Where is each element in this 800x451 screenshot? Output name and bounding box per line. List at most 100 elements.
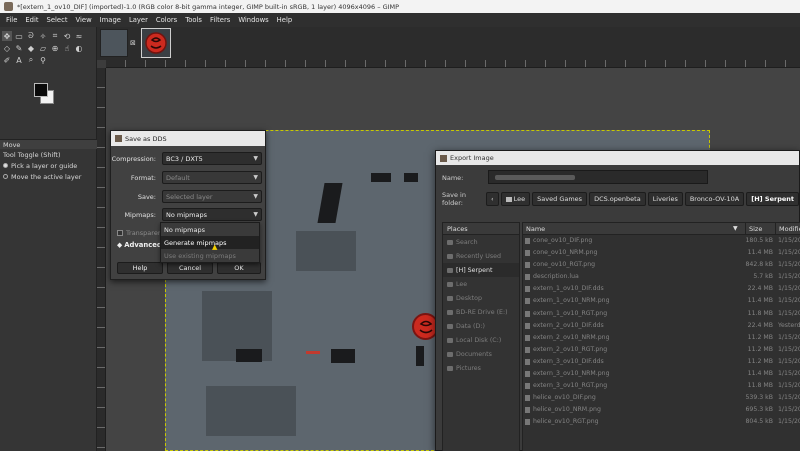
menu-layer[interactable]: Layer	[125, 16, 152, 24]
file-row[interactable]: extern_1_ov10_RGT.png 11.8 MB 1/15/20	[523, 308, 800, 320]
save-value: Selected layer	[166, 192, 213, 201]
mipmap-option-generate[interactable]: Generate mipmaps	[161, 236, 259, 249]
breadcrumb-bronco[interactable]: Bronco-OV-10A	[684, 192, 745, 206]
sort-chevron-down-icon: ▼	[733, 225, 738, 232]
place-lee[interactable]: Lee	[443, 277, 519, 291]
texture-mark	[236, 349, 262, 362]
file-row[interactable]: helice_ov10_DIF.png 539.3 kB 1/15/20	[523, 392, 800, 404]
dodge-icon[interactable]: ◐	[74, 43, 84, 53]
breadcrumb-lee-label: Lee	[513, 195, 526, 203]
place-documents[interactable]: Documents	[443, 347, 519, 361]
breadcrumb-serpent[interactable]: [H] Serpent	[746, 192, 799, 206]
filename-input[interactable]	[488, 170, 708, 184]
perspective-icon[interactable]: ◇	[2, 43, 12, 53]
file-name: extern_2_ov10_NRM.png	[533, 333, 610, 341]
file-row[interactable]: extern_2_ov10_DIF.dds 22.4 MB Yesterd	[523, 320, 800, 332]
menu-help[interactable]: Help	[273, 16, 297, 24]
format-combo[interactable]: Default ▼	[162, 171, 262, 184]
file-name: description.lua	[533, 273, 579, 281]
mipmaps-combo[interactable]: No mipmaps ▼	[162, 208, 262, 221]
mipmap-option-none[interactable]: No mipmaps	[161, 223, 259, 236]
zoom-tool-icon[interactable]: ⚲	[38, 55, 48, 65]
text-tool-icon[interactable]: A	[14, 55, 24, 65]
ok-button[interactable]: OK	[217, 262, 261, 274]
advanced-expander[interactable]: ◆ Advanced	[117, 241, 162, 249]
file-row[interactable]: cone_ov10_DIF.png 180.5 kB 1/15/20	[523, 235, 800, 247]
transform-icon[interactable]: ⟲	[62, 31, 72, 41]
place-desktop[interactable]: Desktop	[443, 291, 519, 305]
menu-filters[interactable]: Filters	[206, 16, 234, 24]
color-picker-icon[interactable]: ⌕	[26, 55, 36, 65]
paintbrush-icon[interactable]: ✎	[14, 43, 24, 53]
breadcrumb-back-button[interactable]: ‹	[486, 192, 499, 206]
mipmap-option-existing[interactable]: Use existing mipmaps	[161, 249, 259, 262]
tab-close-icon[interactable]: ⊠	[130, 39, 136, 47]
breadcrumb-saved-games[interactable]: Saved Games	[532, 192, 588, 206]
image-file-icon	[525, 334, 530, 341]
place-data-d[interactable]: Data (D:)	[443, 319, 519, 333]
rect-select-icon[interactable]: ▭	[14, 31, 24, 41]
menu-windows[interactable]: Windows	[234, 16, 272, 24]
menu-file[interactable]: File	[2, 16, 21, 24]
file-row[interactable]: extern_1_ov10_NRM.png 11.4 MB 1/15/20	[523, 295, 800, 307]
lasso-icon[interactable]: ᘐ	[26, 31, 36, 41]
file-row[interactable]: extern_1_ov10_DIF.dds 22.4 MB 1/15/20	[523, 283, 800, 295]
file-row[interactable]: cone_ov10_NRM.png 11.4 MB 1/15/20	[523, 247, 800, 259]
menu-edit[interactable]: Edit	[21, 16, 42, 24]
foreground-color-swatch[interactable]	[34, 83, 48, 97]
menu-tools[interactable]: Tools	[181, 16, 206, 24]
image-tab-texture[interactable]	[100, 29, 128, 57]
place-bd-re[interactable]: BD-RE Drive (E:)	[443, 305, 519, 319]
save-combo[interactable]: Selected layer ▼	[162, 190, 262, 203]
file-row[interactable]: extern_3_ov10_RGT.png 11.8 MB 1/15/20	[523, 380, 800, 392]
place-local-c[interactable]: Local Disk (C:)	[443, 333, 519, 347]
file-modified: 1/15/20	[778, 394, 800, 402]
file-row[interactable]: description.lua 5.7 kB 1/15/20	[523, 271, 800, 283]
image-file-icon	[525, 262, 530, 269]
breadcrumb-lee[interactable]: Lee	[500, 192, 531, 206]
menu-image[interactable]: Image	[96, 16, 125, 24]
column-size-header[interactable]: Size	[745, 222, 762, 235]
place-label: Desktop	[456, 294, 482, 302]
move-tool-icon[interactable]: ✥	[2, 31, 12, 41]
option-pick-layer[interactable]: Pick a layer or guide	[0, 160, 97, 171]
filename-blurred-text	[495, 175, 575, 180]
breadcrumb-liveries[interactable]: Liveries	[647, 192, 683, 206]
column-name-header[interactable]: Name	[526, 225, 545, 233]
compression-combo[interactable]: BC3 / DXT5 ▼	[162, 152, 262, 165]
path-icon[interactable]: ✐	[2, 55, 12, 65]
menu-select[interactable]: Select	[43, 16, 72, 24]
place-label: Search	[456, 238, 478, 246]
file-row[interactable]: helice_ov10_RGT.png 804.5 kB 1/15/20	[523, 416, 800, 428]
breadcrumb-dcs-openbeta[interactable]: DCS.openbeta	[589, 192, 646, 206]
checkbox-box-icon	[117, 230, 123, 236]
smudge-icon[interactable]: ☝	[62, 43, 72, 53]
bucket-fill-icon[interactable]: ◆	[26, 43, 36, 53]
image-file-icon	[525, 383, 530, 390]
file-row[interactable]: extern_3_ov10_DIF.dds 11.2 MB 1/15/20	[523, 356, 800, 368]
file-row[interactable]: extern_2_ov10_RGT.png 11.2 MB 1/15/20	[523, 344, 800, 356]
file-row[interactable]: extern_3_ov10_NRM.png 11.4 MB 1/15/20	[523, 368, 800, 380]
eraser-icon[interactable]: ▱	[38, 43, 48, 53]
fuzzy-select-icon[interactable]: ✧	[38, 31, 48, 41]
place-pictures[interactable]: Pictures	[443, 361, 519, 375]
column-modified-header[interactable]: Modified	[775, 222, 800, 235]
option-move-layer[interactable]: Move the active layer	[0, 171, 97, 182]
cancel-button[interactable]: Cancel	[167, 262, 213, 274]
image-tab-emblem[interactable]	[141, 28, 171, 58]
place-recent[interactable]: Recently Used	[443, 249, 519, 263]
place-search[interactable]: Search	[443, 235, 519, 249]
radio-pick-icon	[3, 163, 8, 168]
file-row[interactable]: helice_ov10_NRM.png 695.3 kB 1/15/20	[523, 404, 800, 416]
place-serpent[interactable]: [H] Serpent	[443, 263, 519, 277]
menu-colors[interactable]: Colors	[152, 16, 181, 24]
menu-view[interactable]: View	[72, 16, 96, 24]
file-modified: 1/15/20	[778, 297, 800, 305]
file-name: cone_ov10_NRM.png	[533, 249, 598, 257]
file-row[interactable]: extern_2_ov10_NRM.png 11.2 MB 1/15/20	[523, 332, 800, 344]
warp-icon[interactable]: ≈	[74, 31, 84, 41]
crop-icon[interactable]: ⌗	[50, 31, 60, 41]
help-button[interactable]: Help	[117, 262, 163, 274]
clone-icon[interactable]: ⊕	[50, 43, 60, 53]
file-row[interactable]: cone_ov10_RGT.png 842.8 kB 1/15/20	[523, 259, 800, 271]
